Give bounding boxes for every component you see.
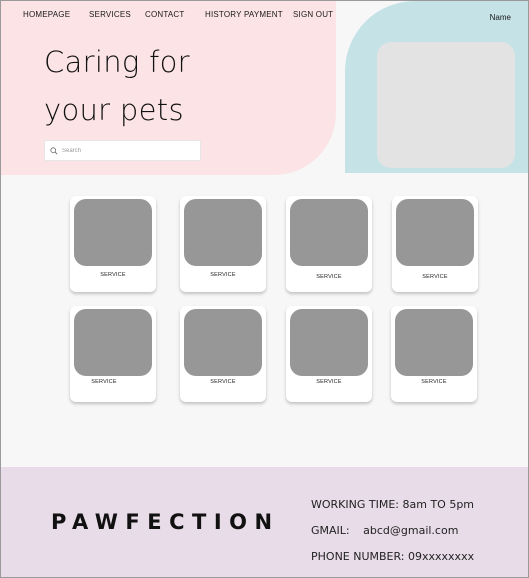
- gmail-line: GMAIL: abcd@gmail.com: [311, 524, 458, 537]
- service-label: SERVICE: [210, 379, 236, 385]
- service-image-placeholder: [184, 199, 262, 266]
- phone-number: PHONE NUMBER: 09xxxxxxxx: [311, 550, 475, 563]
- service-card[interactable]: SERVICE: [70, 306, 156, 402]
- search-bar[interactable]: [44, 140, 201, 161]
- nav-sign-out[interactable]: SIGN OUT: [293, 10, 333, 19]
- brand-logo-text: PAWFECTION: [51, 510, 280, 534]
- service-card[interactable]: SERVICE: [286, 196, 372, 292]
- service-label: SERVICE: [91, 379, 117, 385]
- service-image-placeholder: [396, 199, 474, 266]
- service-card[interactable]: SERVICE: [392, 196, 478, 292]
- search-icon: [50, 146, 58, 154]
- service-label: SERVICE: [421, 379, 447, 385]
- service-label: SERVICE: [210, 272, 236, 278]
- service-label: SERVICE: [100, 272, 126, 278]
- page-frame: HOMEPAGE SERVICES CONTACT HISTORY PAYMEN…: [0, 0, 529, 578]
- service-image-placeholder: [290, 199, 368, 266]
- service-image-placeholder: [395, 309, 473, 376]
- service-card[interactable]: SERVICE: [391, 306, 477, 402]
- gmail-value[interactable]: abcd@gmail.com: [363, 524, 458, 537]
- service-label: SERVICE: [316, 379, 342, 385]
- service-label: SERVICE: [422, 274, 448, 280]
- service-image-placeholder: [184, 309, 262, 376]
- service-card[interactable]: SERVICE: [70, 196, 156, 292]
- service-card[interactable]: SERVICE: [180, 306, 266, 402]
- service-label: SERVICE: [316, 274, 342, 280]
- hero-image-placeholder: [377, 42, 515, 168]
- gmail-label: GMAIL:: [311, 524, 350, 537]
- nav-history-payment[interactable]: HISTORY PAYMENT: [205, 10, 283, 19]
- nav-homepage[interactable]: HOMEPAGE: [23, 10, 70, 19]
- search-input[interactable]: [62, 147, 192, 154]
- user-name-link[interactable]: Name: [490, 13, 511, 22]
- headline-line-2: your pets: [44, 93, 184, 127]
- service-image-placeholder: [290, 309, 368, 376]
- service-image-placeholder: [74, 309, 152, 376]
- service-image-placeholder: [74, 199, 152, 266]
- working-time: WORKING TIME: 8am TO 5pm: [311, 498, 475, 511]
- hero-headline: Caring for your pets: [44, 38, 294, 134]
- footer: PAWFECTION WORKING TIME: 8am TO 5pm GMAI…: [1, 467, 528, 577]
- service-card[interactable]: SERVICE: [180, 196, 266, 292]
- service-card[interactable]: SERVICE: [286, 306, 372, 402]
- headline-line-1: Caring for: [44, 45, 190, 79]
- nav-contact[interactable]: CONTACT: [145, 10, 184, 19]
- nav-services[interactable]: SERVICES: [89, 10, 131, 19]
